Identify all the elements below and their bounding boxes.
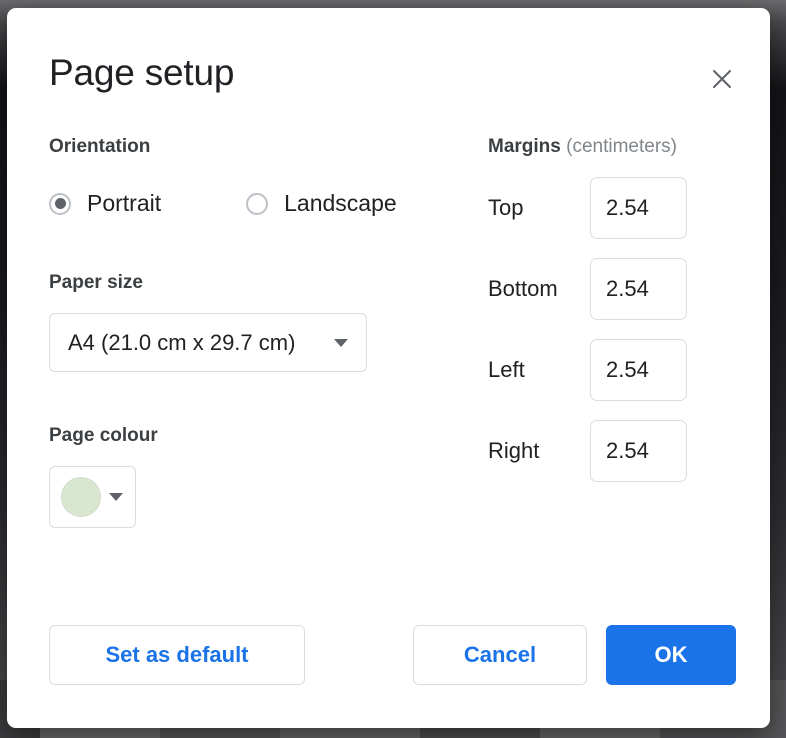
margin-row-right: Right (488, 420, 753, 482)
paper-size-block: Paper size A4 (21.0 cm x 29.7 cm) (49, 272, 449, 372)
margin-row-bottom: Bottom (488, 258, 753, 320)
radio-option-landscape[interactable]: Landscape (246, 190, 397, 217)
ok-button[interactable]: OK (606, 625, 736, 685)
dialog-footer: Set as default Cancel OK (49, 625, 742, 703)
margins-heading-unit: (centimeters) (566, 136, 677, 157)
page-title: Page setup (49, 52, 235, 93)
page-colour-label: Page colour (49, 425, 158, 446)
margin-label-right: Right (488, 438, 540, 463)
cancel-button[interactable]: Cancel (413, 625, 587, 685)
page-colour-swatch (61, 477, 101, 517)
margin-label-bottom: Bottom (488, 276, 558, 301)
chevron-down-icon (109, 493, 123, 501)
radio-landscape-icon (246, 192, 269, 215)
margins-heading-text: Margins (488, 136, 561, 157)
orientation-radio-group: Portrait Landscape (49, 190, 449, 217)
margin-label-top: Top (488, 195, 524, 220)
radio-option-portrait[interactable]: Portrait (49, 190, 161, 217)
close-button[interactable] (704, 61, 740, 97)
margin-input-top[interactable] (590, 177, 687, 239)
margin-input-bottom[interactable] (590, 258, 687, 320)
margin-row-left: Left (488, 339, 753, 401)
margins-heading: Margins (centimeters) (488, 136, 753, 158)
set-as-default-button[interactable]: Set as default (49, 625, 305, 685)
margin-row-top: Top (488, 177, 753, 239)
margin-label-left: Left (488, 357, 525, 382)
left-column: Orientation Portrait Landscape Paper siz… (49, 136, 449, 528)
margin-input-left[interactable] (590, 339, 687, 401)
paper-size-select[interactable]: A4 (21.0 cm x 29.7 cm) (49, 313, 367, 372)
margin-input-right[interactable] (590, 420, 687, 482)
radio-portrait-icon (49, 192, 71, 215)
paper-size-value: A4 (21.0 cm x 29.7 cm) (68, 329, 296, 355)
right-column: Margins (centimeters) Top Bottom Left Ri… (488, 136, 753, 482)
close-icon (711, 68, 733, 90)
radio-label-landscape: Landscape (284, 190, 397, 216)
chevron-down-icon (334, 338, 348, 347)
orientation-label: Orientation (49, 136, 151, 157)
radio-label-portrait: Portrait (87, 190, 162, 216)
page-colour-block: Page colour (49, 425, 449, 528)
page-setup-dialog: Page setup Orientation Portrait Landscap… (7, 8, 770, 728)
page-colour-select[interactable] (49, 466, 136, 528)
paper-size-label: Paper size (49, 272, 143, 293)
